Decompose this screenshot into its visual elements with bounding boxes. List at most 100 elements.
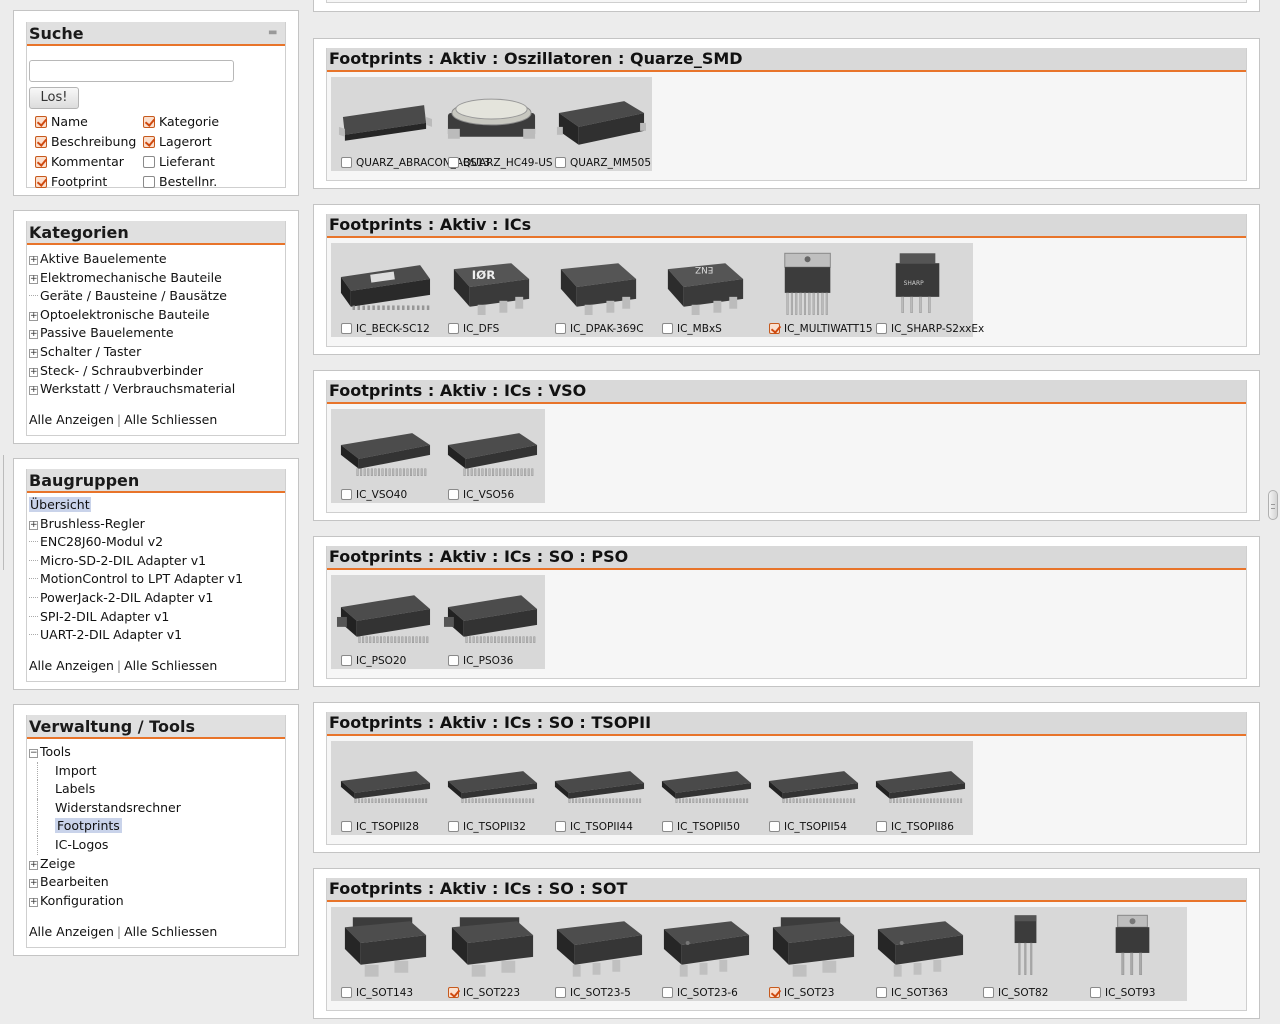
footprint-checkbox[interactable] [448, 821, 459, 832]
search-input[interactable] [29, 60, 234, 82]
expand-icon[interactable]: + [29, 348, 38, 358]
footprint-item[interactable]: IC_SOT223 [438, 907, 545, 1001]
scrollbar-thumb[interactable] [1268, 490, 1278, 520]
assembly-item[interactable]: MotionControl to LPT Adapter v1 [29, 570, 283, 589]
expand-icon[interactable]: + [29, 367, 38, 377]
assembly-item[interactable]: PowerJack-2-DIL Adapter v1 [29, 589, 283, 608]
footprint-image[interactable] [763, 747, 862, 813]
footprint-item[interactable]: IC_PSO36 [438, 575, 545, 669]
footprint-image[interactable] [656, 913, 755, 979]
search-option-checkbox[interactable] [143, 156, 155, 168]
footprint-image[interactable] [870, 913, 969, 979]
footprint-checkbox[interactable] [983, 987, 994, 998]
expand-icon[interactable]: + [29, 330, 38, 340]
footprint-checkbox[interactable] [448, 157, 459, 168]
footprint-image[interactable]: ENZ [656, 249, 755, 317]
footprint-item[interactable]: IC_SOT23-6 [652, 907, 759, 1001]
footprint-item[interactable]: IC_TSOPII86 [866, 741, 973, 835]
expand-icon[interactable]: + [29, 274, 38, 284]
footprint-image[interactable] [549, 913, 648, 979]
footprint-image[interactable] [442, 913, 541, 979]
category-item[interactable]: + Aktive Bauelemente [29, 250, 283, 269]
footprint-item[interactable]: QUARZ_HC49-US [438, 77, 553, 171]
footprint-image[interactable] [335, 913, 434, 979]
collapse-icon[interactable]: ▬ [268, 28, 280, 38]
footprint-item[interactable]: IC_SOT363 [866, 907, 973, 1001]
footprint-item[interactable]: IC_TSOPII50 [652, 741, 759, 835]
search-option[interactable]: Lieferant [143, 154, 215, 170]
footprint-item[interactable]: IC_TSOPII28 [331, 741, 438, 835]
search-option[interactable]: Kommentar [35, 154, 124, 170]
categories-close-all-link[interactable]: Alle Schliessen [124, 412, 217, 427]
search-option-checkbox[interactable] [143, 116, 155, 128]
footprint-image[interactable] [870, 747, 969, 813]
footprint-image[interactable] [442, 581, 541, 647]
footprint-checkbox[interactable] [769, 987, 780, 998]
footprint-image[interactable]: SHARP [870, 249, 969, 315]
search-option-checkbox[interactable] [35, 136, 47, 148]
footprint-item[interactable]: IC_SOT143 [331, 907, 438, 1001]
footprint-checkbox[interactable] [555, 987, 566, 998]
search-option-checkbox[interactable] [35, 176, 47, 188]
footprint-item[interactable]: IC_SOT23 [759, 907, 866, 1001]
footprint-image[interactable] [763, 249, 862, 315]
assembly-item[interactable]: ENC28J60-Modul v2 [29, 533, 283, 552]
tools-child-item[interactable]: Widerstandsrechner [29, 798, 283, 818]
expand-icon[interactable]: + [29, 879, 38, 889]
footprint-checkbox[interactable] [876, 987, 887, 998]
footprint-item[interactable]: IC_MULTIWATT15 [759, 243, 873, 337]
footprint-item[interactable]: ENZ IC_MBxS [652, 243, 759, 337]
assembly-item[interactable]: Micro-SD-2-DIL Adapter v1 [29, 552, 283, 571]
assembly-item[interactable]: + Brushless-Regler [29, 515, 283, 534]
search-button[interactable]: Los! [29, 87, 79, 109]
footprint-checkbox[interactable] [341, 489, 352, 500]
footprint-image[interactable] [335, 747, 434, 813]
category-item[interactable]: + Werkstatt / Verbrauchsmaterial [29, 380, 283, 399]
footprint-image[interactable] [656, 747, 755, 813]
footprint-image[interactable]: IØR [442, 249, 541, 317]
footprint-checkbox[interactable] [662, 323, 673, 334]
footprint-checkbox[interactable] [448, 489, 459, 500]
scrollbar[interactable] [1266, 0, 1280, 1024]
tools-item[interactable]: + Bearbeiten [29, 873, 283, 892]
footprint-image[interactable] [335, 415, 434, 481]
tools-close-all-link[interactable]: Alle Schliessen [124, 924, 217, 939]
search-option[interactable]: Kategorie [143, 114, 219, 130]
footprint-image[interactable] [977, 913, 1076, 979]
search-option-checkbox[interactable] [143, 136, 155, 148]
footprint-image[interactable] [442, 747, 541, 813]
assembly-item[interactable]: UART-2-DIL Adapter v1 [29, 626, 283, 645]
search-option-checkbox[interactable] [35, 116, 47, 128]
footprint-item[interactable]: IC_SOT93 [1080, 907, 1187, 1001]
collapse-icon[interactable]: − [29, 749, 38, 758]
footprint-checkbox[interactable] [662, 821, 673, 832]
assemblies-close-all-link[interactable]: Alle Schliessen [124, 658, 217, 673]
footprint-item[interactable]: IC_VSO40 [331, 409, 438, 503]
footprint-item[interactable]: IC_SOT82 [973, 907, 1080, 1001]
category-item[interactable]: + Steck- / Schraubverbinder [29, 362, 283, 381]
expand-icon[interactable]: + [29, 386, 38, 396]
footprint-checkbox[interactable] [448, 655, 459, 666]
search-option[interactable]: Lagerort [143, 134, 212, 150]
footprint-item[interactable]: IC_TSOPII32 [438, 741, 545, 835]
search-option[interactable]: Footprint [35, 174, 107, 190]
tools-show-all-link[interactable]: Alle Anzeigen [29, 924, 114, 939]
footprint-item[interactable]: QUARZ_MM505 [545, 77, 652, 171]
footprint-item[interactable]: IC_VSO56 [438, 409, 545, 503]
footprint-checkbox[interactable] [555, 821, 566, 832]
search-option-checkbox[interactable] [143, 176, 155, 188]
assemblies-overview[interactable]: Übersicht [29, 496, 283, 515]
search-option[interactable]: Bestellnr. [143, 174, 217, 190]
footprint-item[interactable]: IC_DPAK-369C [545, 243, 652, 337]
footprint-checkbox[interactable] [448, 323, 459, 334]
footprint-checkbox[interactable] [555, 323, 566, 334]
footprint-checkbox[interactable] [341, 157, 352, 168]
tools-child-item[interactable]: Import [29, 761, 283, 781]
footprint-checkbox[interactable] [341, 655, 352, 666]
footprint-image[interactable] [549, 83, 648, 149]
footprint-item[interactable]: IC_TSOPII54 [759, 741, 866, 835]
expand-icon[interactable]: + [29, 897, 38, 907]
footprint-image[interactable] [442, 83, 541, 149]
footprint-checkbox[interactable] [1090, 987, 1101, 998]
tools-root-item[interactable]: − Tools [29, 743, 283, 762]
